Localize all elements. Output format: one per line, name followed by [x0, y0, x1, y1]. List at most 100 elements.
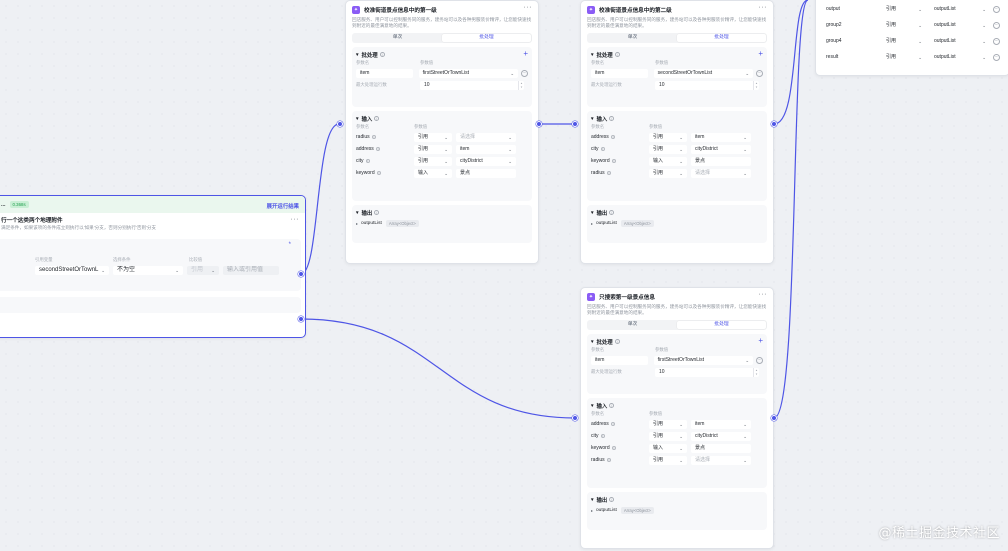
- type-select[interactable]: 引用 ⌄: [649, 431, 687, 441]
- node3-output-port[interactable]: [771, 415, 777, 421]
- tab-batch[interactable]: 批处理: [677, 321, 766, 329]
- remove-icon[interactable]: −: [993, 53, 1000, 61]
- tab-single[interactable]: 单次: [353, 34, 442, 42]
- value-select[interactable]: cityDistrict ⌄: [691, 431, 751, 441]
- value-select[interactable]: outputList ⌄: [930, 36, 990, 46]
- condition-select[interactable]: 不为空 ⌄: [113, 266, 183, 275]
- more-icon[interactable]: ···: [759, 4, 768, 11]
- remove-icon[interactable]: −: [756, 356, 763, 364]
- collapse-icon[interactable]: ▾: [356, 116, 359, 122]
- type-select[interactable]: 输入 ⌄: [414, 168, 452, 178]
- stepper-arrows-icon[interactable]: ▴ ▾: [518, 80, 524, 90]
- concurrency-stepper[interactable]: 10 ▴ ▾: [420, 80, 524, 90]
- concurrency-stepper[interactable]: 10 ▴ ▾: [655, 367, 759, 377]
- value-select[interactable]: outputList ⌄: [930, 20, 990, 30]
- if-branch-port[interactable]: [298, 271, 304, 277]
- batch-item-name[interactable]: item: [356, 68, 413, 78]
- value-select[interactable]: 请选择 ⌄: [691, 455, 751, 465]
- type-select[interactable]: 引用 ⌄: [414, 144, 452, 154]
- type-select[interactable]: 引用 ⌄: [649, 419, 687, 429]
- output-name-input[interactable]: group4: [822, 36, 878, 46]
- remove-icon[interactable]: −: [993, 5, 1000, 13]
- batch-item-value-select[interactable]: firstStreetOrTownList ⌄: [418, 68, 519, 78]
- collapse-icon[interactable]: ▾: [591, 497, 594, 503]
- tab-single[interactable]: 单次: [588, 321, 677, 329]
- batch-item-name[interactable]: item: [591, 355, 648, 365]
- stepper-arrows-icon[interactable]: ▴ ▾: [753, 367, 759, 377]
- compare-type-select[interactable]: 引用 ⌄: [187, 266, 219, 275]
- search-node-first-only[interactable]: ✦ 只搜索第一级景点信息 ··· 回店服务、用户可以控制服务同的服务，建务站可以…: [580, 287, 774, 549]
- collapse-icon[interactable]: ▾: [591, 116, 594, 122]
- value-select[interactable]: outputList ⌄: [930, 52, 990, 62]
- type-select[interactable]: 引用 ⌄: [649, 132, 687, 142]
- output-name-input[interactable]: output: [822, 4, 878, 14]
- expand-icon[interactable]: ▸: [591, 221, 593, 226]
- type-select[interactable]: 输入 ⌄: [649, 156, 687, 166]
- batch-item-value-select[interactable]: secondStreetOrTownList ⌄: [653, 68, 754, 78]
- compare-value-input[interactable]: 输入或引用值: [223, 266, 279, 275]
- remove-icon[interactable]: −: [993, 21, 1000, 29]
- value-select[interactable]: item ⌄: [691, 132, 751, 142]
- type-select[interactable]: 引用 ⌄: [649, 168, 687, 178]
- type-select[interactable]: 输入 ⌄: [649, 443, 687, 453]
- search-node-first-level[interactable]: ✦ 校准街道景点信息中的第一级 ··· 回店服务、用户可以控制服务同的服务，建务…: [345, 0, 539, 264]
- value-select[interactable]: item ⌄: [456, 144, 516, 154]
- more-icon[interactable]: ···: [524, 4, 533, 11]
- stepper-arrows-icon[interactable]: ▴ ▾: [753, 80, 759, 90]
- node1-output-port[interactable]: [536, 121, 542, 127]
- tab-single[interactable]: 单次: [588, 34, 677, 42]
- collapse-icon[interactable]: ▾: [356, 210, 359, 216]
- node2-output-port[interactable]: [771, 121, 777, 127]
- else-branch-port[interactable]: [298, 316, 304, 322]
- add-icon[interactable]: +: [758, 49, 763, 58]
- add-icon[interactable]: +: [758, 336, 763, 345]
- remove-icon[interactable]: −: [756, 69, 763, 77]
- node1-input-port[interactable]: [337, 121, 343, 127]
- expand-icon[interactable]: ▸: [356, 221, 358, 226]
- type-select[interactable]: 引用 ⌄: [882, 4, 926, 14]
- type-select[interactable]: 引用 ⌄: [414, 132, 452, 142]
- tab-batch[interactable]: 批处理: [677, 34, 766, 42]
- search-node-second-level[interactable]: ✦ 校准街道景点信息中的第二级 ··· 回店服务、用户可以控制服务同的服务，建务…: [580, 0, 774, 264]
- condition-node[interactable]: ... 0.368s 展开运行结果 行一个这类两个地理附件 ··· 满足条件，如…: [0, 195, 306, 338]
- output-name-input[interactable]: group2: [822, 20, 878, 30]
- expand-run-result-link[interactable]: 展开运行结果: [267, 202, 299, 210]
- value-input[interactable]: 景点: [691, 156, 751, 166]
- output-name-input[interactable]: result: [822, 52, 878, 62]
- expand-icon[interactable]: ▸: [591, 508, 593, 513]
- collapse-icon[interactable]: ▾: [356, 52, 359, 58]
- add-icon[interactable]: +: [523, 49, 528, 58]
- collapse-icon[interactable]: ▾: [591, 52, 594, 58]
- concurrency-stepper[interactable]: 10 ▴ ▾: [655, 80, 759, 90]
- value-input[interactable]: 景点: [456, 168, 516, 178]
- type-select[interactable]: 引用 ⌄: [414, 156, 452, 166]
- more-icon[interactable]: ···: [291, 216, 300, 223]
- collapse-icon[interactable]: ▾: [591, 403, 594, 409]
- type-select[interactable]: 引用 ⌄: [882, 36, 926, 46]
- remove-icon[interactable]: −: [521, 69, 528, 77]
- batch-item-value-select[interactable]: firstStreetOrTownList ⌄: [653, 355, 754, 365]
- value-select[interactable]: cityDistrict ⌄: [691, 144, 751, 154]
- remove-condition-icon[interactable]: *: [289, 242, 291, 248]
- workflow-canvas[interactable]: ... 0.368s 展开运行结果 行一个这类两个地理附件 ··· 满足条件，如…: [0, 0, 1008, 551]
- collapse-icon[interactable]: ▾: [591, 210, 594, 216]
- end-node[interactable]: output 引用 ⌄ outputList ⌄ − group2 引用 ⌄ outp…: [815, 0, 1008, 76]
- ref-variable-select[interactable]: secondStreetOrTownL ⌄: [35, 266, 109, 275]
- value-select[interactable]: cityDistrict ⌄: [456, 156, 516, 166]
- type-select[interactable]: 引用 ⌄: [882, 20, 926, 30]
- type-select[interactable]: 引用 ⌄: [882, 52, 926, 62]
- value-select[interactable]: item ⌄: [691, 419, 751, 429]
- remove-icon[interactable]: −: [993, 37, 1000, 45]
- collapse-icon[interactable]: ▾: [591, 339, 594, 345]
- tab-batch[interactable]: 批处理: [442, 34, 531, 42]
- node3-input-port[interactable]: [572, 415, 578, 421]
- type-select[interactable]: 引用 ⌄: [649, 144, 687, 154]
- value-select[interactable]: 请选择 ⌄: [691, 168, 751, 178]
- more-icon[interactable]: ···: [759, 291, 768, 298]
- batch-item-name[interactable]: item: [591, 68, 648, 78]
- value-select[interactable]: outputList ⌄: [930, 4, 990, 14]
- type-select[interactable]: 引用 ⌄: [649, 455, 687, 465]
- value-input[interactable]: 景点: [691, 443, 751, 453]
- node2-input-port[interactable]: [572, 121, 578, 127]
- value-select[interactable]: 请选择 ⌄: [456, 132, 516, 142]
